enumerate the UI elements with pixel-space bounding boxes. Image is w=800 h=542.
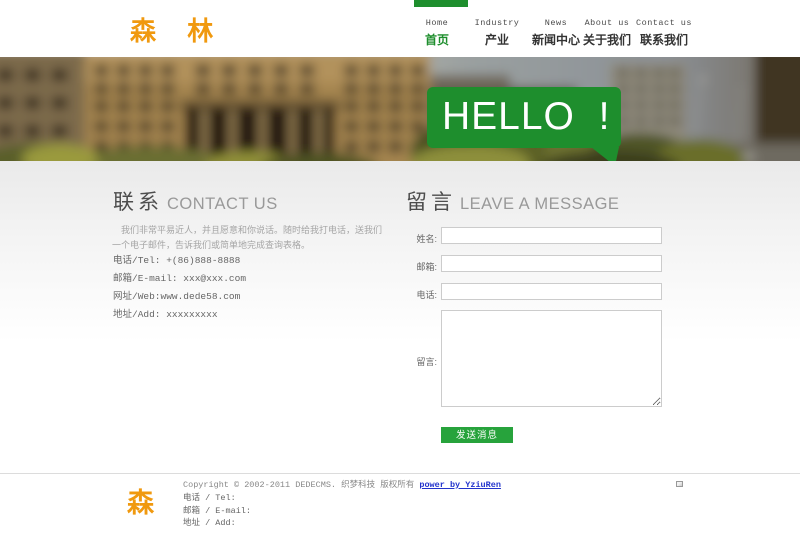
contact-title-en: CONTACT US [167,195,278,213]
nav-label-en: About us [583,18,631,28]
power-by-link[interactable]: power by YziuRen [419,480,501,490]
contact-line-email: 邮箱/E-mail: xxx@xxx.com [113,270,246,288]
header: 森 林 Home 首页 Industry 产业 News 新闻中心 About … [0,0,800,57]
contact-section-title: 联系CONTACT US [113,186,278,216]
contact-line-web: 网址/Web:www.dede58.com [113,288,246,306]
site-logo[interactable]: 森 林 [130,11,225,48]
footer-line-email: 邮箱 / E-mail: [183,505,251,518]
message-title-en: LEAVE A MESSAGE [460,195,619,213]
nav-item-industry[interactable]: Industry 产业 [475,18,520,48]
footer-logo: 森 [127,490,154,517]
contact-line-tel: 电话/Tel: +(86)888-8888 [113,252,246,270]
footer-contact-list: 电话 / Tel: 邮箱 / E-mail: 地址 / Add: [183,492,251,530]
nav-label-zh: 产业 [475,31,520,48]
hello-speech-bubble: HELLO ! [427,87,621,148]
email-label: 邮箱: [405,260,437,273]
footer-line-address: 地址 / Add: [183,517,251,530]
name-label: 姓名: [405,232,437,245]
email-input[interactable] [441,255,662,272]
nav-label-en: Home [425,18,449,28]
nav-active-indicator [414,0,468,7]
nav-label-en: Industry [475,18,520,28]
message-textarea[interactable] [441,310,662,407]
nav-label-en: Contact us [636,18,692,28]
hello-text: HELLO ! [442,87,610,147]
copyright-prefix: Copyright © 2002-2011 DEDECMS. 织梦科技 版权所有 [183,480,419,490]
hero-banner: HELLO ! [0,57,800,161]
send-message-button[interactable]: 发送消息 [441,427,513,443]
nav-item-home[interactable]: Home 首页 [425,18,449,48]
nav-label-zh: 关于我们 [583,31,631,48]
message-title-zh: 留言 [406,191,456,214]
message-section-title: 留言LEAVE A MESSAGE [406,186,619,216]
contact-detail-list: 电话/Tel: +(86)888-8888 邮箱/E-mail: xxx@xxx… [113,252,246,324]
name-input[interactable] [441,227,662,244]
message-label: 留言: [405,355,437,368]
content-area: 联系CONTACT US 我们非常平易近人，并且愿意和你说话。随时给我打电话，送… [0,161,800,473]
footer: Copyright © 2002-2011 DEDECMS. 织梦科技 版权所有… [0,474,800,542]
nav-item-contact[interactable]: Contact us 联系我们 [636,18,692,48]
nav-label-zh: 联系我们 [636,31,692,48]
phone-input[interactable] [441,283,662,300]
page: 森 林 Home 首页 Industry 产业 News 新闻中心 About … [0,0,800,542]
nav-label-zh: 首页 [425,31,449,48]
phone-label: 电话: [405,288,437,301]
hero-cityscape-image [0,57,800,161]
contact-line-address: 地址/Add: xxxxxxxxx [113,306,246,324]
image-placeholder-icon [676,481,683,487]
footer-line-tel: 电话 / Tel: [183,492,251,505]
nav-label-en: News [532,18,580,28]
contact-intro-text: 我们非常平易近人，并且愿意和你说话。随时给我打电话，送我们一个电子邮件，告诉我们… [112,223,384,253]
contact-title-zh: 联系 [113,191,163,214]
nav-item-about[interactable]: About us 关于我们 [583,18,631,48]
nav-label-zh: 新闻中心 [532,31,580,48]
nav-item-news[interactable]: News 新闻中心 [532,18,580,48]
copyright-text: Copyright © 2002-2011 DEDECMS. 织梦科技 版权所有… [183,478,501,490]
